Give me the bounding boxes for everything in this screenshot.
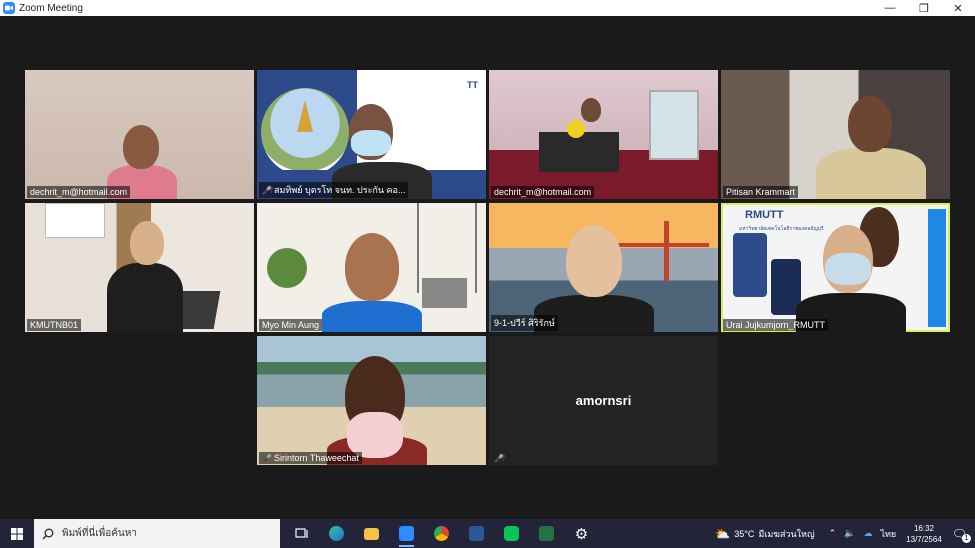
chrome-icon [434, 526, 449, 541]
language-indicator[interactable]: ไทย [880, 527, 896, 541]
search-icon [42, 528, 54, 539]
file-explorer-taskbar-button[interactable] [354, 519, 389, 548]
participant-name-label: dechrit_m@hotmail.com [27, 186, 131, 198]
window-title: Zoom Meeting [19, 2, 83, 14]
participant-name-label: 🎤̸ [491, 453, 509, 464]
muted-mic-icon: 🎤̸ [262, 453, 272, 463]
weather-description: มีเมฆส่วนใหญ่ [758, 528, 815, 539]
onedrive-icon[interactable]: ☁ [863, 528, 872, 539]
video-tile[interactable]: 🎤̸ Sirintorn Thaweechat [257, 336, 486, 465]
word-taskbar-button[interactable] [459, 519, 494, 548]
zoom-window: Zoom Meeting — ❐ ✕ dechrit_m@hotmail.com… [0, 0, 975, 519]
participant-name-label: 🎤̸ สมทิพย์ บุตรโท จนท. ประกัน คอ... [259, 182, 409, 198]
clock-date: 13/7/2564 [906, 534, 942, 544]
edge-taskbar-button[interactable] [319, 519, 354, 548]
task-view-button[interactable] [284, 519, 319, 548]
zoom-taskbar-button[interactable] [389, 519, 424, 548]
weather-temperature: 35°C [734, 528, 755, 539]
video-tile[interactable]: Pitisan Krammart [721, 70, 950, 199]
gear-icon: ⚙ [574, 525, 589, 543]
participant-name-label: Myo Min Aung [259, 319, 323, 331]
folder-icon [364, 527, 379, 540]
video-tile[interactable]: Myo Min Aung [257, 203, 486, 332]
tile-logo-text: TT [467, 80, 478, 90]
taskbar-clock[interactable]: 16:32 13/7/2564 [906, 523, 942, 545]
volume-icon[interactable]: 🔈 [844, 528, 855, 539]
task-view-icon [294, 527, 308, 538]
muted-mic-icon: 🎤̸ [262, 185, 272, 195]
restore-button[interactable]: ❐ [907, 0, 941, 16]
participant-name-label: 9-1-ปวีร์ ศิริรักษ์ [491, 315, 558, 331]
muted-mic-icon: 🎤̸ [494, 454, 504, 463]
system-tray: ⛅ 35°C มีเมฆส่วนใหญ่ ⌃ 🔈 ☁ ไทย 16:32 13/… [715, 519, 975, 548]
excel-icon [539, 526, 554, 541]
participant-name-label: 🎤̸ Sirintorn Thaweechat [259, 452, 362, 464]
video-tile[interactable]: dechrit_m@hotmail.com [489, 70, 718, 199]
minimize-button[interactable]: — [873, 0, 907, 16]
gallery-view: dechrit_m@hotmail.com TT 🎤̸ สมทิพย์ บุตรโ… [0, 16, 975, 519]
line-icon [504, 526, 519, 541]
start-button[interactable] [0, 519, 34, 548]
zoom-app-icon [3, 2, 15, 14]
excel-taskbar-button[interactable] [529, 519, 564, 548]
video-tile-active-speaker[interactable]: RMUTT มหาวิทยาลัยเทคโนโลยีราชมงคลธัญบุรี… [721, 203, 950, 332]
edge-icon [329, 526, 344, 541]
video-tile[interactable]: 9-1-ปวีร์ ศิริรักษ์ [489, 203, 718, 332]
windows-icon [11, 527, 23, 540]
chrome-taskbar-button[interactable] [424, 519, 459, 548]
title-bar: Zoom Meeting — ❐ ✕ [0, 0, 975, 16]
video-tile[interactable]: TT 🎤̸ สมทิพย์ บุตรโท จนท. ประกัน คอ... [257, 70, 486, 199]
windows-taskbar: พิมพ์ที่นี่เพื่อค้นหา ⚙ ⛅ 35°C มีเมฆส่วน… [0, 519, 975, 548]
participant-name-label: Pitisan Krammart [723, 186, 799, 198]
search-placeholder: พิมพ์ที่นี่เพื่อค้นหา [62, 528, 137, 539]
notification-count: 1 [962, 533, 971, 543]
video-tile[interactable]: dechrit_m@hotmail.com [25, 70, 254, 199]
video-tile[interactable]: amornsri 🎤̸ [489, 336, 718, 465]
chevron-up-icon[interactable]: ⌃ [829, 528, 837, 539]
participant-name-label: Urai Jujkumjorn_RMUTT [723, 319, 829, 331]
word-icon [469, 526, 484, 541]
settings-taskbar-button[interactable]: ⚙ [564, 519, 599, 548]
tile-logo-text: RMUTT [745, 209, 784, 221]
weather-widget[interactable]: ⛅ 35°C มีเมฆส่วนใหญ่ [715, 527, 814, 541]
tile-caption-text: มหาวิทยาลัยเทคโนโลยีราชมงคลธัญบุรี [739, 226, 824, 232]
zoom-icon [399, 526, 414, 541]
notifications-button[interactable]: 🗨 1 [952, 527, 971, 543]
participant-name-label: dechrit_m@hotmail.com [491, 186, 595, 198]
taskbar-search-box[interactable]: พิมพ์ที่นี่เพื่อค้นหา [34, 519, 280, 548]
close-button[interactable]: ✕ [941, 0, 975, 16]
video-tile[interactable]: KMUTNB01 [25, 203, 254, 332]
partly-cloudy-icon: ⛅ [715, 526, 731, 541]
line-taskbar-button[interactable] [494, 519, 529, 548]
clock-time: 16:32 [913, 523, 934, 533]
participant-name-label: KMUTNB01 [27, 319, 82, 331]
participant-display-name: amornsri [575, 393, 632, 408]
